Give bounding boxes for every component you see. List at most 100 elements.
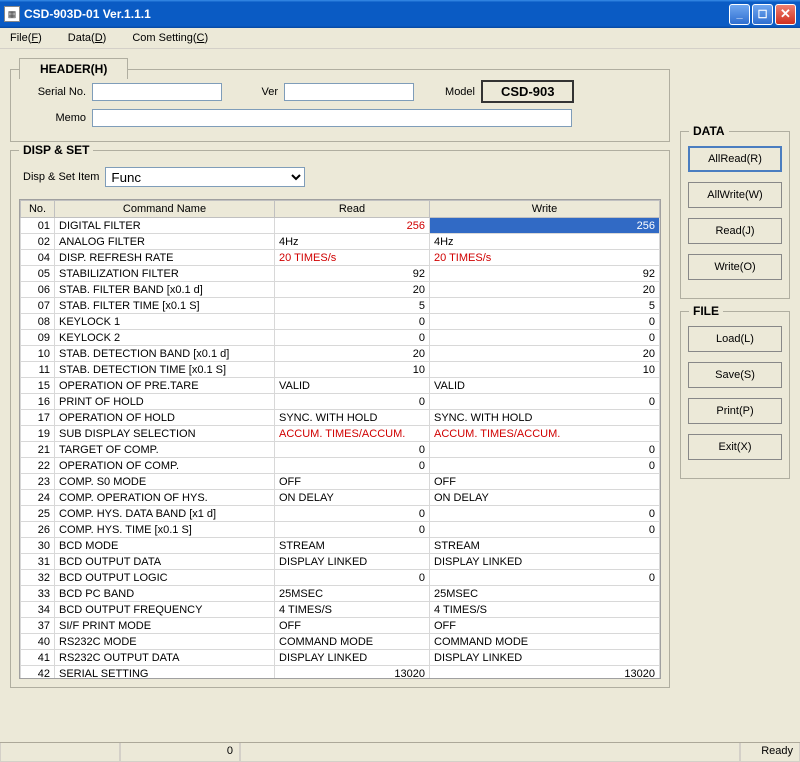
cell-write[interactable]: VALID — [430, 378, 660, 394]
cell-read: 4Hz — [275, 234, 430, 250]
dispset-item-select[interactable]: Func — [105, 167, 305, 187]
data-table[interactable]: No. Command Name Read Write 01DIGITAL FI… — [19, 199, 661, 679]
cell-write[interactable]: 0 — [430, 570, 660, 586]
load-button[interactable]: Load(L) — [688, 326, 782, 352]
cell-write[interactable]: OFF — [430, 474, 660, 490]
table-row[interactable]: 15OPERATION OF PRE.TAREVALIDVALID — [21, 378, 660, 394]
table-row[interactable]: 33BCD PC BAND25MSEC25MSEC — [21, 586, 660, 602]
col-read[interactable]: Read — [275, 201, 430, 218]
cell-write[interactable]: 10 — [430, 362, 660, 378]
close-button[interactable]: ✕ — [775, 4, 796, 25]
cell-write[interactable]: DISPLAY LINKED — [430, 554, 660, 570]
allread-button[interactable]: AllRead(R) — [688, 146, 782, 172]
serial-input[interactable] — [92, 83, 222, 101]
cell-read: 10 — [275, 362, 430, 378]
table-row[interactable]: 22OPERATION OF COMP.00 — [21, 458, 660, 474]
table-row[interactable]: 37SI/F PRINT MODEOFFOFF — [21, 618, 660, 634]
cell-write[interactable]: 0 — [430, 442, 660, 458]
cell-write[interactable]: 0 — [430, 458, 660, 474]
table-row[interactable]: 19SUB DISPLAY SELECTIONACCUM. TIMES/ACCU… — [21, 426, 660, 442]
menu-file[interactable]: File(F) — [6, 30, 46, 46]
menu-comsetting[interactable]: Com Setting(C) — [128, 30, 212, 46]
cell-write[interactable]: 25MSEC — [430, 586, 660, 602]
table-row[interactable]: 16PRINT OF HOLD00 — [21, 394, 660, 410]
cell-write[interactable]: 0 — [430, 314, 660, 330]
cell-write[interactable]: 4Hz — [430, 234, 660, 250]
header-tab[interactable]: HEADER(H) — [19, 58, 128, 79]
allwrite-button[interactable]: AllWrite(W) — [688, 182, 782, 208]
col-no[interactable]: No. — [21, 201, 55, 218]
ver-input[interactable] — [284, 83, 414, 101]
cell-write[interactable]: 92 — [430, 266, 660, 282]
cell-cmd: KEYLOCK 2 — [55, 330, 275, 346]
cell-write[interactable]: 20 TIMES/s — [430, 250, 660, 266]
memo-label: Memo — [21, 112, 86, 124]
cell-write[interactable]: SYNC. WITH HOLD — [430, 410, 660, 426]
save-button[interactable]: Save(S) — [688, 362, 782, 388]
table-row[interactable]: 09KEYLOCK 200 — [21, 330, 660, 346]
cell-write[interactable]: 0 — [430, 506, 660, 522]
table-row[interactable]: 01DIGITAL FILTER256256 — [21, 218, 660, 234]
cell-write[interactable]: 20 — [430, 282, 660, 298]
table-row[interactable]: 25COMP. HYS. DATA BAND [x1 d]00 — [21, 506, 660, 522]
cell-cmd: DISP. REFRESH RATE — [55, 250, 275, 266]
cell-read: 92 — [275, 266, 430, 282]
table-row[interactable]: 11STAB. DETECTION TIME [x0.1 S]1010 — [21, 362, 660, 378]
cell-read: 0 — [275, 394, 430, 410]
titlebar: ▦ CSD-903D-01 Ver.1.1.1 _ ☐ ✕ — [0, 0, 800, 28]
table-row[interactable]: 21TARGET OF COMP.00 — [21, 442, 660, 458]
table-row[interactable]: 17OPERATION OF HOLDSYNC. WITH HOLDSYNC. … — [21, 410, 660, 426]
table-row[interactable]: 24COMP. OPERATION OF HYS.ON DELAYON DELA… — [21, 490, 660, 506]
print-button[interactable]: Print(P) — [688, 398, 782, 424]
memo-input[interactable] — [92, 109, 572, 127]
table-row[interactable]: 04DISP. REFRESH RATE20 TIMES/s20 TIMES/s — [21, 250, 660, 266]
table-row[interactable]: 10STAB. DETECTION BAND [x0.1 d]2020 — [21, 346, 660, 362]
exit-button[interactable]: Exit(X) — [688, 434, 782, 460]
cell-write[interactable]: STREAM — [430, 538, 660, 554]
table-row[interactable]: 05STABILIZATION FILTER9292 — [21, 266, 660, 282]
table-row[interactable]: 26COMP. HYS. TIME [x0.1 S]00 — [21, 522, 660, 538]
cell-write[interactable]: DISPLAY LINKED — [430, 650, 660, 666]
cell-no: 32 — [21, 570, 55, 586]
table-row[interactable]: 42SERIAL SETTING1302013020 — [21, 666, 660, 680]
table-row[interactable]: 06STAB. FILTER BAND [x0.1 d]2020 — [21, 282, 660, 298]
cell-read: 20 TIMES/s — [275, 250, 430, 266]
table-row[interactable]: 34BCD OUTPUT FREQUENCY4 TIMES/S4 TIMES/S — [21, 602, 660, 618]
maximize-button[interactable]: ☐ — [752, 4, 773, 25]
cell-write[interactable]: 0 — [430, 522, 660, 538]
cell-cmd: COMP. OPERATION OF HYS. — [55, 490, 275, 506]
menu-data[interactable]: Data(D) — [64, 30, 111, 46]
cell-cmd: BCD OUTPUT FREQUENCY — [55, 602, 275, 618]
table-row[interactable]: 40RS232C MODECOMMAND MODECOMMAND MODE — [21, 634, 660, 650]
cell-no: 15 — [21, 378, 55, 394]
cell-write[interactable]: 20 — [430, 346, 660, 362]
minimize-button[interactable]: _ — [729, 4, 750, 25]
table-row[interactable]: 02ANALOG FILTER4Hz4Hz — [21, 234, 660, 250]
cell-read: SYNC. WITH HOLD — [275, 410, 430, 426]
cell-write[interactable]: 13020 — [430, 666, 660, 680]
table-row[interactable]: 30BCD MODESTREAMSTREAM — [21, 538, 660, 554]
cell-write[interactable]: 0 — [430, 330, 660, 346]
table-row[interactable]: 41RS232C OUTPUT DATADISPLAY LINKEDDISPLA… — [21, 650, 660, 666]
cell-no: 34 — [21, 602, 55, 618]
cell-write[interactable]: OFF — [430, 618, 660, 634]
table-row[interactable]: 31BCD OUTPUT DATADISPLAY LINKEDDISPLAY L… — [21, 554, 660, 570]
table-row[interactable]: 32BCD OUTPUT LOGIC00 — [21, 570, 660, 586]
col-write[interactable]: Write — [430, 201, 660, 218]
table-row[interactable]: 07STAB. FILTER TIME [x0.1 S]55 — [21, 298, 660, 314]
col-cmd[interactable]: Command Name — [55, 201, 275, 218]
cell-write[interactable]: COMMAND MODE — [430, 634, 660, 650]
table-row[interactable]: 08KEYLOCK 100 — [21, 314, 660, 330]
cell-no: 04 — [21, 250, 55, 266]
cell-write[interactable]: 5 — [430, 298, 660, 314]
write-button[interactable]: Write(O) — [688, 254, 782, 280]
cell-no: 05 — [21, 266, 55, 282]
table-row[interactable]: 23COMP. S0 MODEOFFOFF — [21, 474, 660, 490]
cell-write[interactable]: 0 — [430, 394, 660, 410]
read-button[interactable]: Read(J) — [688, 218, 782, 244]
cell-write[interactable]: ON DELAY — [430, 490, 660, 506]
cell-no: 33 — [21, 586, 55, 602]
cell-write[interactable]: 4 TIMES/S — [430, 602, 660, 618]
cell-write[interactable]: 256 — [430, 218, 660, 234]
cell-write[interactable]: ACCUM. TIMES/ACCUM. — [430, 426, 660, 442]
